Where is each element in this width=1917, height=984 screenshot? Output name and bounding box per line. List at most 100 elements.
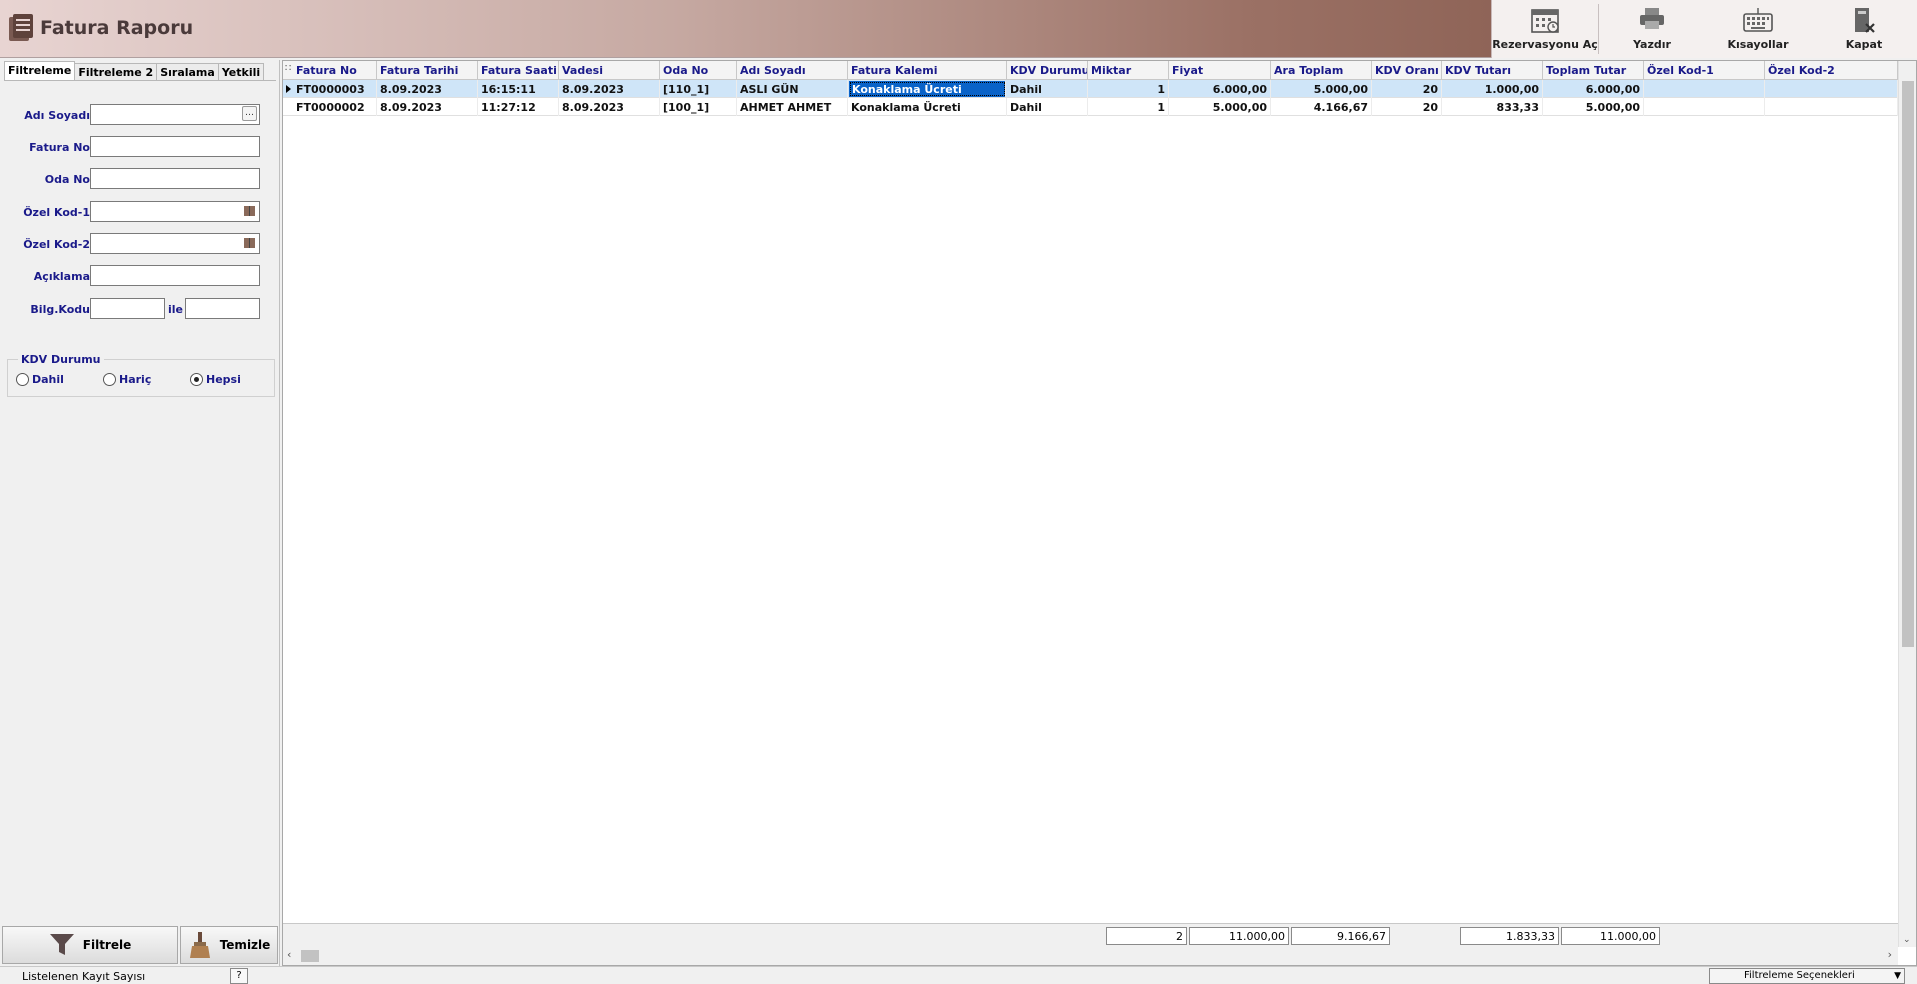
cell-adi-soyadi[interactable]: ASLI GÜN [737, 80, 848, 98]
cell-miktar[interactable]: 1 [1088, 80, 1169, 98]
col-adi-soyadi[interactable]: Adı Soyadı [737, 61, 848, 80]
cell-vadesi[interactable]: 8.09.2023 [559, 80, 660, 98]
toolbar: Rezervasyonu Aç Yazdır Kısayollar Kapat [1491, 0, 1917, 58]
radio-hepsi-label: Hepsi [206, 373, 241, 386]
aciklama-input[interactable] [90, 265, 260, 286]
col-fatura-no[interactable]: Fatura No [293, 61, 377, 80]
adi-soyadi-input[interactable] [90, 104, 260, 125]
filter-panel: Filtreleme Filtreleme 2 Sıralama Yetkili… [0, 60, 280, 966]
cell-fatura-kalemi[interactable]: Konaklama Ücreti [848, 98, 1007, 116]
close-door-icon [1855, 8, 1875, 33]
ellipsis-icon[interactable]: … [242, 106, 257, 121]
record-count-label: Listelenen Kayıt Sayısı [22, 970, 146, 983]
calendar-icon [1531, 9, 1559, 33]
col-fatura-saati[interactable]: Fatura Saati [478, 61, 559, 80]
book-icon[interactable] [243, 236, 256, 249]
cell-kdv-orani[interactable]: 20 [1372, 98, 1442, 116]
aciklama-label: Açıklama [33, 270, 90, 283]
col-fiyat[interactable]: Fiyat [1169, 61, 1271, 80]
kdv-durumu-title: KDV Durumu [18, 353, 104, 366]
fatura-no-label: Fatura No [29, 141, 90, 154]
col-kdv-durumu[interactable]: KDV Durumu [1007, 61, 1088, 80]
cell-kdv-tutari[interactable]: 1.000,00 [1442, 80, 1543, 98]
cell-toplam-tutar[interactable]: 6.000,00 [1543, 80, 1644, 98]
cell-fatura-tarihi[interactable]: 8.09.2023 [377, 80, 478, 98]
row-indicator-icon [286, 85, 291, 93]
grid-totals: 2 11.000,00 9.166,67 1.833,33 11.000,00 [283, 923, 1898, 947]
ozel-kod-2-row: Özel Kod-2 [4, 233, 276, 255]
cell-ozel-kod-1[interactable] [1644, 80, 1765, 98]
tab-filtreleme-2[interactable]: Filtreleme 2 [74, 63, 158, 81]
scroll-right-icon[interactable]: › [1888, 948, 1892, 961]
filter-button[interactable]: Filtrele [2, 926, 178, 964]
col-toplam-tutar[interactable]: Toplam Tutar [1543, 61, 1644, 80]
filter-options-dropdown[interactable]: Filtreleme Seçenekleri ▼ [1709, 968, 1905, 984]
cell-miktar[interactable]: 1 [1088, 98, 1169, 116]
cell-fatura-kalemi[interactable]: Konaklama Ücreti [849, 81, 1006, 97]
adi-soyadi-label: Adı Soyadı [24, 109, 90, 122]
cell-ozel-kod-2[interactable] [1765, 80, 1898, 98]
scroll-down-icon[interactable]: ⌄ [1903, 935, 1911, 945]
cell-fatura-saati[interactable]: 16:15:11 [478, 80, 559, 98]
help-button[interactable]: ? [230, 968, 248, 984]
col-miktar[interactable]: Miktar [1088, 61, 1169, 80]
cell-fiyat[interactable]: 5.000,00 [1169, 98, 1271, 116]
close-button[interactable]: Kapat [1811, 0, 1917, 58]
ozel-kod-1-input[interactable] [90, 201, 260, 222]
col-fatura-tarihi[interactable]: Fatura Tarihi [377, 61, 478, 80]
scroll-left-icon[interactable]: ‹ [287, 948, 291, 961]
tab-siralama[interactable]: Sıralama [156, 63, 219, 81]
cell-fatura-no[interactable]: FT0000003 [293, 80, 377, 98]
clear-button[interactable]: Temizle [180, 926, 278, 964]
book-icon[interactable] [243, 204, 256, 217]
cell-fatura-no[interactable]: FT0000002 [293, 98, 377, 116]
cell-kdv-durumu[interactable]: Dahil [1007, 80, 1088, 98]
bilg-kodu-from-input[interactable] [90, 298, 165, 319]
fatura-no-input[interactable] [90, 136, 260, 157]
cell-ara-toplam[interactable]: 5.000,00 [1271, 80, 1372, 98]
open-reservation-button[interactable]: Rezervasyonu Aç [1492, 0, 1598, 58]
col-fatura-kalemi[interactable]: Fatura Kalemi [848, 61, 1007, 80]
col-ara-toplam[interactable]: Ara Toplam [1271, 61, 1372, 80]
col-ozel-kod-2[interactable]: Özel Kod-2 [1765, 61, 1898, 80]
col-oda-no[interactable]: Oda No [660, 61, 737, 80]
col-kdv-tutari[interactable]: KDV Tutarı [1442, 61, 1543, 80]
col-kdv-orani[interactable]: KDV Oranı [1372, 61, 1442, 80]
tab-filtreleme[interactable]: Filtreleme [4, 61, 76, 81]
cell-adi-soyadi[interactable]: AHMET AHMET [737, 98, 848, 116]
cell-oda-no[interactable]: [110_1] [660, 80, 737, 98]
radio-haric[interactable]: Hariç [103, 373, 151, 386]
vertical-scroll-thumb[interactable] [1902, 81, 1914, 647]
radio-hepsi[interactable]: Hepsi [190, 373, 241, 386]
oda-no-input[interactable] [90, 168, 260, 189]
horizontal-scroll-thumb[interactable] [301, 950, 319, 962]
vertical-scrollbar[interactable]: ⌄ [1898, 61, 1916, 947]
bilg-kodu-to-input[interactable] [185, 298, 260, 319]
horizontal-scrollbar[interactable]: ‹ › [283, 947, 1898, 965]
shortcuts-button[interactable]: Kısayollar [1705, 0, 1811, 58]
cell-ozel-kod-1[interactable] [1644, 98, 1765, 116]
cell-kdv-tutari[interactable]: 833,33 [1442, 98, 1543, 116]
col-vadesi[interactable]: Vadesi [559, 61, 660, 80]
cell-fatura-saati[interactable]: 11:27:12 [478, 98, 559, 116]
print-button[interactable]: Yazdır [1599, 0, 1705, 58]
cell-kdv-durumu[interactable]: Dahil [1007, 98, 1088, 116]
bilg-kodu-label: Bilg.Kodu [30, 303, 90, 316]
cell-oda-no[interactable]: [100_1] [660, 98, 737, 116]
cell-fatura-tarihi[interactable]: 8.09.2023 [377, 98, 478, 116]
cell-vadesi[interactable]: 8.09.2023 [559, 98, 660, 116]
cell-kdv-orani[interactable]: 20 [1372, 80, 1442, 98]
table-row[interactable]: FT0000003 8.09.2023 16:15:11 8.09.2023 [… [283, 80, 1898, 98]
cell-fiyat[interactable]: 6.000,00 [1169, 80, 1271, 98]
cell-toplam-tutar[interactable]: 5.000,00 [1543, 98, 1644, 116]
total-miktar: 2 [1106, 927, 1187, 945]
tab-yetkili[interactable]: Yetkili [217, 63, 265, 81]
radio-dahil[interactable]: Dahil [16, 373, 64, 386]
drag-handle-icon[interactable]: ∷ [285, 63, 291, 74]
ozel-kod-2-input[interactable] [90, 233, 260, 254]
adi-soyadi-row: Adı Soyadı … [4, 104, 276, 126]
col-ozel-kod-1[interactable]: Özel Kod-1 [1644, 61, 1765, 80]
cell-ozel-kod-2[interactable] [1765, 98, 1898, 116]
cell-ara-toplam[interactable]: 4.166,67 [1271, 98, 1372, 116]
table-row[interactable]: FT0000002 8.09.2023 11:27:12 8.09.2023 [… [283, 98, 1898, 116]
